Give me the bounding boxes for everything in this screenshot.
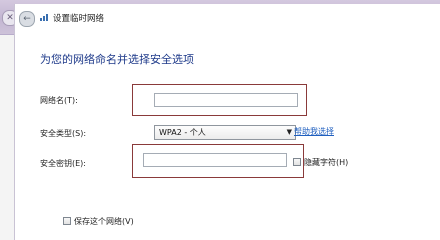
hide-characters-checkbox[interactable]: [293, 158, 301, 166]
back-arrow-icon[interactable]: ←: [19, 11, 35, 27]
help-me-choose-link[interactable]: 帮助我选择: [294, 126, 334, 137]
save-network-checkbox[interactable]: [63, 217, 71, 225]
dialog-window: ← 设置临时网络 为您的网络命名并选择安全选项 网络名(T): 安全类型(S):…: [14, 4, 440, 240]
hide-characters-label: 隐藏字符(H): [304, 158, 349, 167]
page-heading: 为您的网络命名并选择安全选项: [40, 53, 194, 66]
security-key-input[interactable]: [143, 153, 287, 167]
security-type-label: 安全类型(S):: [40, 129, 87, 138]
save-network-label: 保存这个网络(V): [74, 217, 134, 226]
network-name-label: 网络名(T):: [40, 96, 78, 105]
window-title: 设置临时网络: [53, 14, 105, 24]
chevron-down-icon: ▼: [286, 128, 292, 136]
security-key-label: 安全密钥(E):: [40, 159, 86, 168]
security-type-select[interactable]: WPA2 - 个人 ▼: [154, 125, 296, 140]
network-icon: [40, 14, 48, 21]
network-name-input[interactable]: [154, 93, 298, 107]
security-type-value: WPA2 - 个人: [159, 128, 206, 137]
